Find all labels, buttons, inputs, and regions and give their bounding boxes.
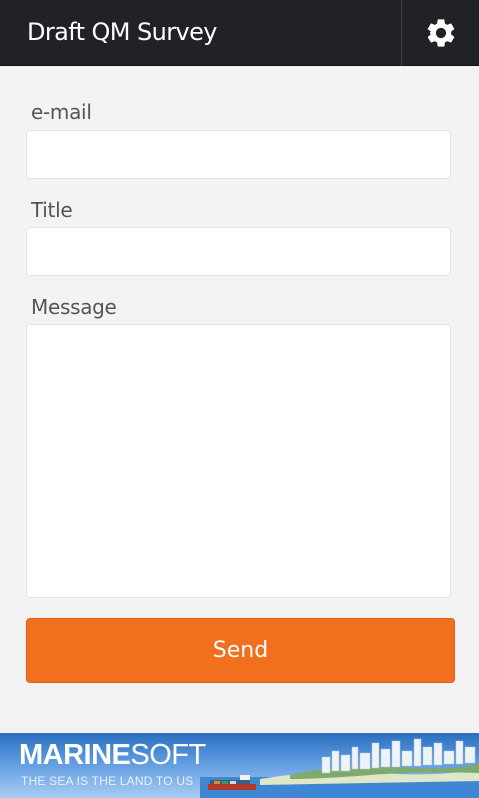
banner-tagline: THE SEA IS THE LAND TO US xyxy=(21,774,194,788)
ad-banner[interactable]: MARINESOFT THE SEA IS THE LAND TO US xyxy=(0,733,479,798)
gear-icon xyxy=(426,19,454,47)
title-field[interactable] xyxy=(26,227,451,276)
message-field[interactable] xyxy=(26,324,451,598)
email-label: e-mail xyxy=(31,100,92,124)
message-label: Message xyxy=(31,295,117,319)
title-label: Title xyxy=(31,198,73,222)
send-button[interactable]: Send xyxy=(26,618,455,683)
banner-cityscape-image xyxy=(200,738,479,798)
app-bar: Draft QM Survey xyxy=(0,0,479,66)
email-field[interactable] xyxy=(26,130,451,179)
app-title: Draft QM Survey xyxy=(27,18,217,46)
settings-button[interactable] xyxy=(402,0,479,66)
banner-brand-logo: MARINESOFT xyxy=(19,739,206,771)
banner-brand-bold: MARINE xyxy=(19,739,131,771)
banner-brand-light: SOFT xyxy=(130,739,206,771)
